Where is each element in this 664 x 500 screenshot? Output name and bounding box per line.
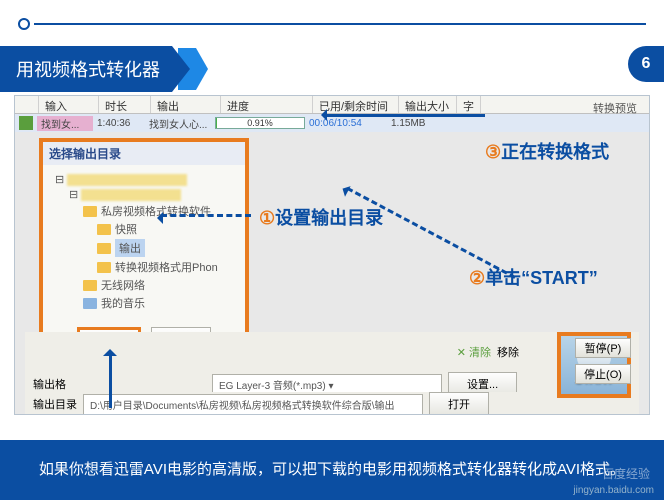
folder-icon (83, 206, 97, 217)
cell-size: 1.15MB (387, 118, 429, 129)
folder-icon (83, 280, 97, 291)
dialog-tree[interactable]: ⊟ ⊟ 私房视频格式转换软件 快照 输出 转换视频格式用Phon 无线网络 我的… (43, 165, 245, 319)
music-folder-icon (83, 298, 97, 309)
annotation-3: ③正在转换格式 (485, 138, 609, 164)
col-extra: 字 (457, 96, 481, 113)
table-header: 输入 时长 输出 进度 已用/剩余时间 输出大小 字 (15, 96, 649, 114)
divider-dot (18, 18, 30, 30)
cell-duration: 1:40:36 (93, 118, 145, 129)
tree-label: 快照 (115, 221, 137, 237)
top-divider (18, 18, 646, 30)
page-number-badge: 6 (628, 46, 664, 82)
col-progress: 进度 (221, 96, 313, 113)
divider-line (34, 23, 646, 25)
format-value: EG Layer-3 音频(*.mp3) (219, 381, 326, 392)
folder-icon (97, 262, 111, 273)
open-button[interactable]: 打开 (429, 392, 489, 415)
folder-dialog[interactable]: 选择输出目录 ⊟ ⊟ 私房视频格式转换软件 快照 输出 转换视频格式用Phon … (39, 138, 249, 353)
col-output: 输出 (151, 96, 221, 113)
cell-input: 找到女... (37, 116, 93, 131)
tree-toggle-icon[interactable]: ⊟ (69, 188, 78, 201)
cell-output: 找到女人心... (145, 116, 215, 131)
preview-label: 转换预览 (593, 100, 637, 116)
annot-text: 设置输出目录 (275, 208, 383, 228)
tree-label: 输出 (115, 239, 145, 257)
col-size: 输出大小 (399, 96, 457, 113)
clear-label: 清除 (469, 347, 491, 359)
tree-label: 我的音乐 (101, 295, 145, 311)
dir-field[interactable]: D:\用户目录\Documents\私房视频\私房视频格式转换软件综合版\输出 (83, 394, 423, 415)
annot-num: ② (469, 268, 485, 288)
tree-item[interactable]: 转换视频格式用Phon (51, 259, 237, 275)
slide-caption: 如果你想看迅雷AVI电影的高清版，可以把下载的电影用视频格式转化器转化成AVI格… (0, 440, 664, 500)
tree-item[interactable]: 快照 (51, 221, 237, 237)
tree-item[interactable]: 我的音乐 (51, 295, 237, 311)
arrowhead-up (103, 342, 117, 356)
folder-icon (97, 224, 111, 235)
tree-label: 转换视频格式用Phon (115, 259, 218, 275)
col-check (15, 96, 39, 113)
folder-icon (97, 243, 111, 254)
arrow-1 (161, 214, 251, 217)
dialog-title: 选择输出目录 (43, 142, 245, 165)
dir-label: 输出目录 (33, 396, 77, 412)
clear-button[interactable]: ✕ 清除 (457, 344, 491, 360)
tree-toggle-icon[interactable]: ⊟ (55, 173, 64, 186)
annotation-2: ②单击“START” (469, 264, 598, 290)
col-input: 输入 (39, 96, 99, 113)
app-screenshot: 输入 时长 输出 进度 已用/剩余时间 输出大小 字 找到女... 1:40:3… (14, 95, 650, 415)
tree-item-selected[interactable]: 输出 (51, 239, 237, 257)
arrow-3 (325, 114, 485, 117)
annot-num: ① (259, 208, 275, 228)
remove-button[interactable]: 移除 (497, 344, 519, 360)
stop-button[interactable]: 停止(O) (575, 364, 631, 384)
dir-row: 输出目录 D:\用户目录\Documents\私房视频\私房视频格式转换软件综合… (25, 392, 639, 415)
tree-label: 无线网络 (101, 277, 145, 293)
col-duration: 时长 (99, 96, 151, 113)
watermark-logo: 百度经验 (602, 465, 650, 482)
row-checkbox[interactable] (19, 116, 33, 130)
annot-text: 正在转换格式 (501, 142, 609, 162)
pause-button[interactable]: 暂停(P) (575, 338, 631, 358)
title-bar: 用视频格式转化器 (0, 46, 208, 92)
annotation-1: ①设置输出目录 (259, 204, 383, 230)
tree-item[interactable]: 无线网络 (51, 277, 237, 293)
slide-title: 用视频格式转化器 (0, 46, 190, 92)
annot-num: ③ (485, 142, 501, 162)
progress-bar: 0.91% (215, 117, 305, 129)
progress-text: 0.91% (216, 118, 304, 128)
annot-text: 单击“START” (485, 268, 598, 288)
watermark-url: jingyan.baidu.com (573, 485, 654, 496)
blurred-item (81, 189, 181, 201)
blurred-item (67, 174, 187, 186)
arrow-up (109, 356, 112, 408)
format-label: 输出格 (33, 376, 66, 392)
